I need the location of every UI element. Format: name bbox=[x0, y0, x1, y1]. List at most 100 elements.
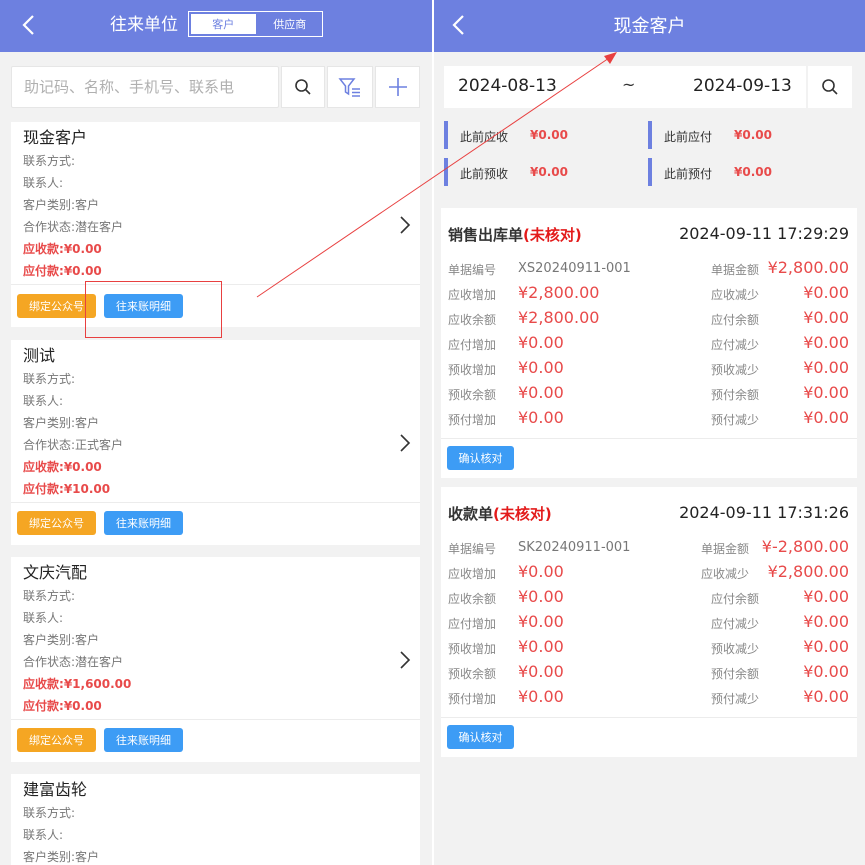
document-row: 预收余额 ¥0.00 预付余额 ¥0.00 bbox=[448, 662, 849, 684]
back-icon[interactable] bbox=[14, 10, 42, 40]
date-to[interactable]: 2024-09-13 bbox=[693, 76, 792, 96]
row-left-label: 预收增加 bbox=[448, 642, 497, 656]
row-left-value: ¥0.00 bbox=[518, 637, 564, 656]
row-left-label: 应付增加 bbox=[448, 617, 497, 631]
receivable-value: ¥0.00 bbox=[63, 460, 102, 474]
screenshot-root: 往来单位 客户 供应商 现金客户 联系方式: 联系人: 客户类别:客户 合作状态… bbox=[0, 0, 865, 865]
summary-bar bbox=[648, 158, 652, 186]
document-row: 预付增加 ¥0.00 预付减少 ¥0.00 bbox=[448, 687, 849, 709]
receivable-line: 应收款:¥1,600.00 bbox=[23, 675, 131, 692]
category-label: 客户类别: bbox=[23, 198, 76, 212]
receivable-value: ¥1,600.00 bbox=[63, 677, 132, 691]
row-right-label: 预付余额 bbox=[710, 388, 759, 402]
row-right-label: 应收减少 bbox=[710, 288, 759, 302]
receivable-label: 应收款: bbox=[23, 677, 64, 691]
category-value: 客户 bbox=[75, 198, 100, 212]
search-input[interactable] bbox=[24, 67, 264, 107]
ledger-detail-button[interactable]: 往来账明细 bbox=[104, 511, 183, 535]
summary-value: ¥0.00 bbox=[530, 165, 568, 179]
add-button[interactable] bbox=[375, 66, 420, 108]
document-row: 预付增加 ¥0.00 预付减少 ¥0.00 bbox=[448, 408, 849, 430]
row-right-label: 预付减少 bbox=[710, 413, 759, 427]
row-left-value: ¥0.00 bbox=[518, 562, 564, 581]
document-number: SK20240911-001 bbox=[518, 540, 631, 555]
category-value: 客户 bbox=[75, 850, 100, 864]
customer-card[interactable]: 测试 联系方式: 联系人: 客户类别:客户 合作状态:正式客户 应收款:¥0.0… bbox=[11, 340, 420, 545]
row-right-label: 单据金额 bbox=[700, 542, 749, 556]
summary-value: ¥0.00 bbox=[530, 128, 568, 142]
row-left-label: 预付增加 bbox=[448, 692, 497, 706]
summary-value: ¥0.00 bbox=[734, 128, 772, 142]
filter-button[interactable] bbox=[327, 66, 373, 108]
contact-person-label: 联系人: bbox=[23, 828, 64, 842]
category-line: 客户类别:客户 bbox=[23, 848, 99, 865]
search-button[interactable] bbox=[281, 66, 325, 108]
row-left-label: 应收余额 bbox=[448, 592, 497, 606]
divider bbox=[441, 438, 857, 439]
summary-label: 此前预付 bbox=[664, 167, 713, 181]
row-right-value: ¥0.00 bbox=[803, 662, 849, 681]
bind-wechat-button[interactable]: 绑定公众号 bbox=[17, 511, 96, 535]
row-right-label: 预收减少 bbox=[710, 642, 759, 656]
category-value: 客户 bbox=[75, 633, 100, 647]
ledger-detail-screen: 现金客户 2024-08-13 ~ 2024-09-13 此前应收 ¥0.00 … bbox=[434, 0, 865, 865]
date-from[interactable]: 2024-08-13 bbox=[458, 76, 557, 96]
customer-card[interactable]: 文庆汽配 联系方式: 联系人: 客户类别:客户 合作状态:潜在客户 应收款:¥1… bbox=[11, 557, 420, 762]
summary-bar bbox=[444, 158, 448, 186]
row-left-label: 单据编号 bbox=[448, 542, 497, 556]
row-right-label: 预付余额 bbox=[710, 667, 759, 681]
row-right-label: 预收减少 bbox=[710, 363, 759, 377]
row-right-value: ¥0.00 bbox=[803, 612, 849, 631]
date-range: 2024-08-13 ~ 2024-09-13 bbox=[444, 66, 806, 108]
contact-method-label: 联系方式: bbox=[23, 154, 76, 168]
plus-icon bbox=[388, 78, 407, 96]
page-title: 往来单位 bbox=[110, 15, 178, 35]
payable-value: ¥10.00 bbox=[63, 482, 111, 496]
summary-label: 此前预收 bbox=[460, 167, 509, 181]
segment-customer[interactable]: 客户 bbox=[191, 14, 256, 34]
document-type: 销售出库单(未核对) bbox=[448, 224, 582, 245]
row-right-value: ¥0.00 bbox=[803, 587, 849, 606]
search-box bbox=[11, 66, 279, 108]
confirm-check-button[interactable]: 确认核对 bbox=[447, 446, 514, 470]
row-right-value: ¥0.00 bbox=[803, 687, 849, 706]
document-row: 预收增加 ¥0.00 预收减少 ¥0.00 bbox=[448, 358, 849, 380]
ledger-detail-button[interactable]: 往来账明细 bbox=[104, 728, 183, 752]
row-right-value: ¥0.00 bbox=[803, 637, 849, 656]
row-left-value: ¥2,800.00 bbox=[518, 283, 600, 302]
bind-wechat-button[interactable]: 绑定公众号 bbox=[17, 728, 96, 752]
ledger-document[interactable]: 销售出库单(未核对) 2024-09-11 17:29:29 单据编号 XS20… bbox=[441, 208, 857, 478]
row-right-value: ¥0.00 bbox=[803, 283, 849, 302]
ledger-document[interactable]: 收款单(未核对) 2024-09-11 17:31:26 单据编号 SK2024… bbox=[441, 487, 857, 757]
summary-item: 此前应收 ¥0.00 bbox=[444, 121, 644, 149]
payable-line: 应付款:¥10.00 bbox=[23, 480, 110, 497]
right-header: 现金客户 bbox=[434, 0, 865, 52]
customer-name: 文庆汽配 bbox=[23, 563, 88, 582]
segment-supplier[interactable]: 供应商 bbox=[258, 12, 323, 36]
search-icon bbox=[295, 79, 311, 95]
search-icon bbox=[822, 79, 838, 95]
row-right-value: ¥0.00 bbox=[803, 333, 849, 352]
row-left-label: 预收余额 bbox=[448, 667, 497, 681]
confirm-check-button[interactable]: 确认核对 bbox=[447, 725, 514, 749]
row-right-label: 应收减少 bbox=[700, 567, 749, 581]
row-left-label: 单据编号 bbox=[448, 263, 497, 277]
divider bbox=[441, 717, 857, 718]
category-label: 客户类别: bbox=[23, 416, 76, 430]
highlight-box bbox=[85, 281, 222, 338]
document-row: 预收增加 ¥0.00 预收减少 ¥0.00 bbox=[448, 637, 849, 659]
payable-line: 应付款:¥0.00 bbox=[23, 697, 102, 714]
status-label: 合作状态: bbox=[23, 655, 76, 669]
document-type-label: 收款单 bbox=[448, 505, 494, 523]
row-left-value: ¥0.00 bbox=[518, 358, 564, 377]
category-line: 客户类别:客户 bbox=[23, 631, 99, 648]
row-left-value: ¥0.00 bbox=[518, 662, 564, 681]
customer-card[interactable]: 建富齿轮 联系方式: 联系人: 客户类别:客户 bbox=[11, 774, 420, 865]
receivable-label: 应收款: bbox=[23, 460, 64, 474]
document-row: 应收增加 ¥0.00 应收减少 ¥2,800.00 bbox=[448, 562, 849, 584]
date-search-button[interactable] bbox=[808, 66, 852, 108]
row-left-label: 应收余额 bbox=[448, 313, 497, 327]
receivable-value: ¥0.00 bbox=[63, 242, 102, 256]
row-right-value: ¥0.00 bbox=[803, 383, 849, 402]
receivable-line: 应收款:¥0.00 bbox=[23, 240, 102, 257]
